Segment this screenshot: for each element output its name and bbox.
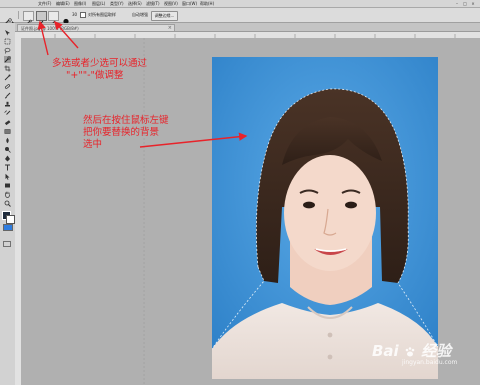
watermark-brand: Bai 经验 [372, 340, 451, 361]
annotation-line-2: "+""-"做调整 [66, 70, 124, 81]
paw-icon [405, 346, 415, 356]
watermark-brand-suffix: 经验 [421, 342, 452, 360]
arrow-to-subtract-selection [54, 20, 79, 49]
arrow-to-add-selection [37, 20, 49, 56]
watermark-domain: jingyan.baidu.com [402, 359, 458, 366]
annotation-line-3: 然后在按住鼠标左键 [83, 115, 169, 126]
watermark-brand-text: Bai [372, 342, 399, 360]
annotation-line-4: 把你要替换的背景 [83, 127, 160, 138]
annotation-line-5: 选中 [83, 139, 103, 150]
annotation-line-1: 多选或者少选可以通过 [52, 58, 148, 69]
